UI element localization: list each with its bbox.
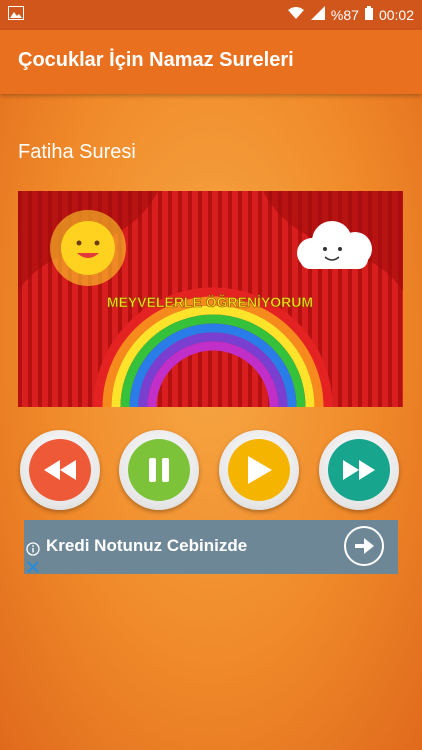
pause-button[interactable]: [119, 430, 199, 510]
signal-icon: [310, 6, 325, 23]
play-button[interactable]: [219, 430, 299, 510]
banner-caption: MEYVELERLE ÖĞRENİYORUM: [107, 293, 313, 310]
gallery-notification-icon: [8, 6, 24, 23]
surah-title: Fatiha Suresi: [18, 141, 136, 163]
app-bar: Çocuklar İçin Namaz Sureleri: [0, 30, 422, 94]
status-bar: %87 00:02: [0, 0, 422, 30]
fast-forward-button[interactable]: [319, 430, 399, 510]
sun-icon: [50, 210, 126, 286]
wifi-icon: [287, 6, 305, 23]
ad-banner[interactable]: Kredi Notunuz Cebinizde: [24, 520, 398, 574]
rewind-button[interactable]: [20, 430, 100, 510]
play-icon: [228, 439, 290, 501]
rewind-icon: [29, 439, 91, 501]
fast-forward-icon: [328, 439, 390, 501]
clock: 00:02: [378, 6, 414, 23]
battery-icon: [364, 6, 373, 23]
ad-text: Kredi Notunuz Cebinizde: [46, 536, 248, 555]
pause-icon: [128, 439, 190, 501]
app-title: Çocuklar İçin Namaz Sureleri: [18, 49, 294, 71]
ad-close-icon[interactable]: [26, 560, 40, 579]
theater-banner-image: MEYVELERLE ÖĞRENİYORUM: [18, 191, 403, 407]
ad-info-icon[interactable]: [26, 542, 40, 561]
playback-controls: [0, 430, 422, 512]
ad-arrow-button[interactable]: [344, 526, 384, 566]
arrow-right-icon: [355, 538, 374, 554]
battery-percent: %87: [330, 6, 359, 23]
